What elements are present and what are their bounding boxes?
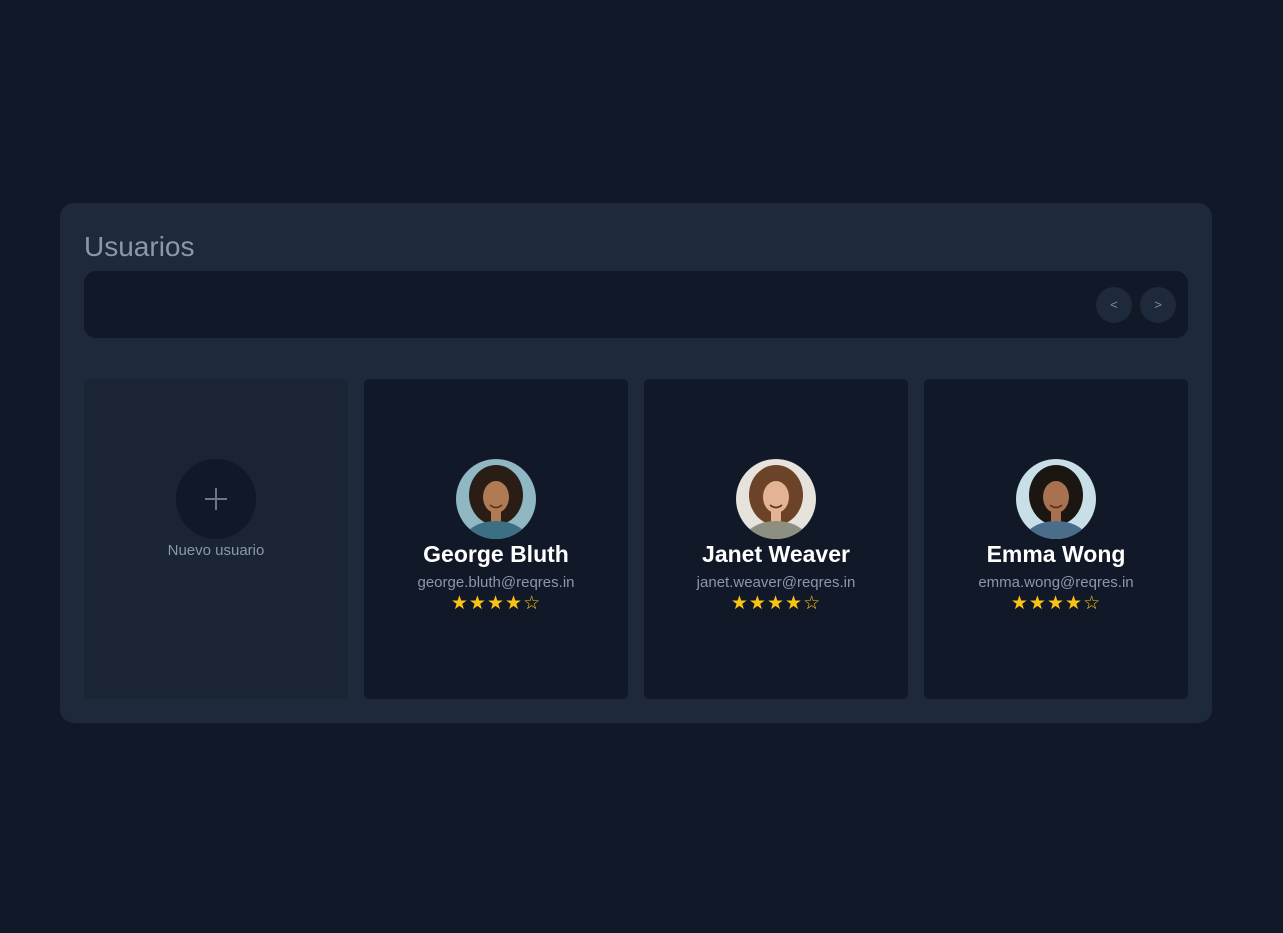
user-card[interactable]: George Bluth george.bluth@reqres.in ★★★★… [364,379,628,699]
avatar [1016,459,1096,539]
star-filled-icon[interactable]: ★ [749,593,767,615]
star-filled-icon[interactable]: ★ [1065,593,1083,615]
plus-icon[interactable] [176,459,256,539]
star-filled-icon[interactable]: ★ [767,593,785,615]
next-page-button[interactable]: > [1140,287,1176,323]
star-rating[interactable]: ★★★★☆ [924,593,1188,615]
portrait-image [456,459,536,539]
star-filled-icon[interactable]: ★ [1011,593,1029,615]
star-filled-icon[interactable]: ★ [451,593,469,615]
new-user-card[interactable]: Nuevo usuario [84,379,348,699]
star-empty-icon[interactable]: ☆ [803,593,821,615]
toolbar: < > [84,271,1188,338]
star-filled-icon[interactable]: ★ [487,593,505,615]
user-email: george.bluth@reqres.in [417,574,575,591]
user-email: janet.weaver@reqres.in [696,574,856,591]
portrait-image [736,459,816,539]
star-empty-icon[interactable]: ☆ [523,593,541,615]
previous-page-button[interactable]: < [1096,287,1132,323]
user-name: Emma Wong [986,541,1126,567]
user-card[interactable]: Emma Wong emma.wong@reqres.in ★★★★☆ [924,379,1188,699]
star-filled-icon[interactable]: ★ [1047,593,1065,615]
user-card[interactable]: Janet Weaver janet.weaver@reqres.in ★★★★… [644,379,908,699]
star-filled-icon[interactable]: ★ [505,593,523,615]
portrait-image [1016,459,1096,539]
star-empty-icon[interactable]: ☆ [1083,593,1101,615]
star-filled-icon[interactable]: ★ [469,593,487,615]
new-user-label: Nuevo usuario [167,542,265,559]
star-rating[interactable]: ★★★★☆ [644,593,908,615]
star-filled-icon[interactable]: ★ [731,593,749,615]
avatar [456,459,536,539]
user-cards: Nuevo usuario George Bluth george.bluth@… [84,379,1188,699]
user-email: emma.wong@reqres.in [978,574,1134,591]
star-filled-icon[interactable]: ★ [785,593,803,615]
star-filled-icon[interactable]: ★ [1029,593,1047,615]
avatar [736,459,816,539]
user-name: George Bluth [423,541,569,567]
user-name: Janet Weaver [702,541,850,567]
users-panel: Usuarios < > Nuevo usuario George Bluth … [60,203,1212,723]
panel-title: Usuarios [84,231,195,262]
star-rating[interactable]: ★★★★☆ [364,593,628,615]
